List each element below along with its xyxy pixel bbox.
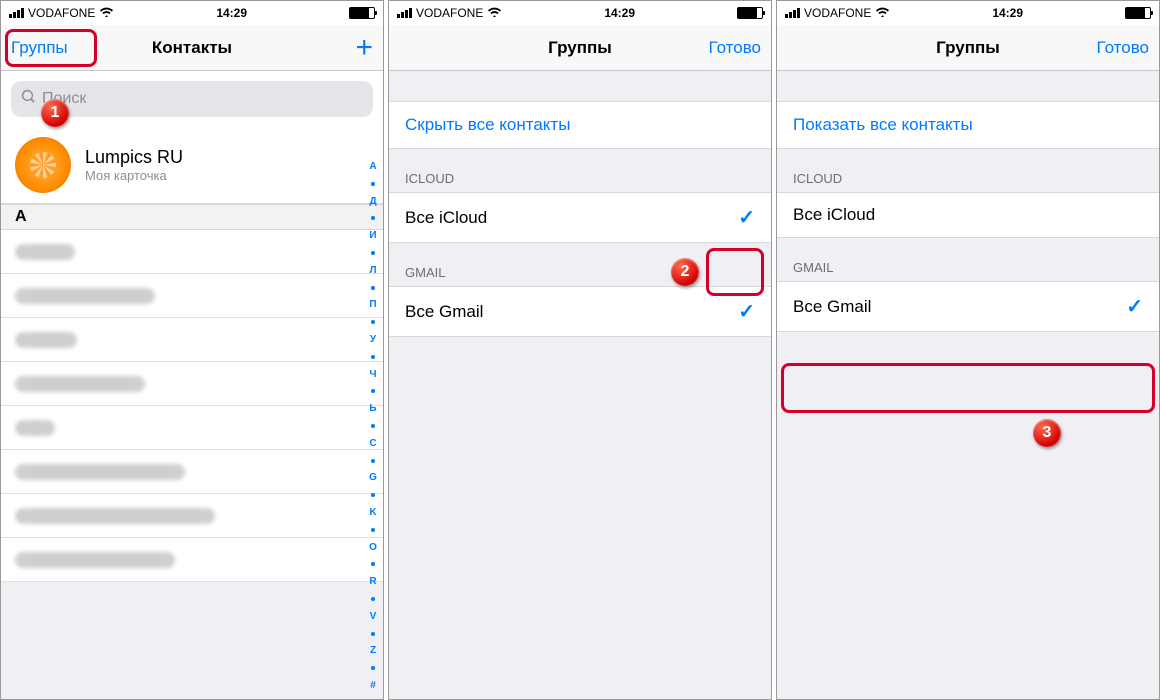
clock-label: 14:29 [992,6,1023,20]
nav-bar: Группы Готово [777,25,1159,71]
index-dot [371,216,375,220]
checkmark-icon: ✓ [738,205,755,230]
contacts-list[interactable] [1,230,383,582]
index-letter[interactable]: Ч [369,369,376,380]
contact-row[interactable] [1,406,383,450]
search-icon [21,89,36,109]
index-letter[interactable]: # [370,680,376,691]
status-bar: VODAFONE 14:29 [389,1,771,25]
index-letter[interactable]: Д [369,196,376,207]
my-card-sub: Моя карточка [85,168,183,183]
index-dot [371,562,375,566]
section-header-icloud: ICLOUD [777,149,1159,192]
index-dot [371,666,375,670]
index-letter[interactable]: Ь [369,403,376,414]
index-dot [371,251,375,255]
annotation-badge: 3 [1033,419,1061,447]
index-letter[interactable]: И [369,230,376,241]
index-strip[interactable]: А Д И Л П У Ч Ь C G K O R V Z # [365,161,381,691]
wifi-icon [875,6,890,20]
index-dot [371,459,375,463]
index-dot [371,597,375,601]
battery-icon [349,7,375,19]
index-dot [371,320,375,324]
clock-label: 14:29 [216,6,247,20]
wifi-icon [99,6,114,20]
add-contact-button[interactable]: + [355,31,373,64]
carrier-label: VODAFONE [416,6,483,20]
phone-groups-show: VODAFONE 14:29 Группы Готово Показать вс… [776,0,1160,700]
carrier-label: VODAFONE [28,6,95,20]
group-label: Все iCloud [405,208,487,228]
index-letter[interactable]: Z [370,645,376,656]
index-dot [371,355,375,359]
contact-row[interactable] [1,274,383,318]
index-letter[interactable]: V [370,611,377,622]
index-letter[interactable]: Л [369,265,376,276]
checkmark-icon: ✓ [1126,294,1143,319]
group-row-gmail[interactable]: Все Gmail ✓ [777,281,1159,332]
index-letter[interactable]: П [369,299,376,310]
signal-icon [785,8,800,18]
index-letter[interactable]: У [370,334,376,345]
signal-icon [397,8,412,18]
contact-row[interactable] [1,318,383,362]
index-letter[interactable]: K [369,507,376,518]
carrier-label: VODAFONE [804,6,871,20]
index-letter[interactable]: R [369,576,376,587]
index-dot [371,389,375,393]
group-row-icloud[interactable]: Все iCloud ✓ [389,192,771,243]
my-card-name: Lumpics RU [85,147,183,168]
contact-row[interactable] [1,362,383,406]
phone-groups-hide: VODAFONE 14:29 Группы Готово Скрыть все … [388,0,772,700]
section-header-gmail: GMAIL [777,238,1159,281]
index-letter[interactable]: А [369,161,376,172]
done-button[interactable]: Готово [857,38,1149,58]
index-letter[interactable]: O [369,542,377,553]
signal-icon [9,8,24,18]
checkmark-icon: ✓ [738,299,755,324]
index-dot [371,493,375,497]
nav-bar: Группы Готово [389,25,771,71]
index-dot [371,182,375,186]
contact-row[interactable] [1,538,383,582]
wifi-icon [487,6,502,20]
contact-row[interactable] [1,230,383,274]
search-placeholder: Поиск [42,90,86,108]
phone-contacts: VODAFONE 14:29 Группы Контакты + По [0,0,384,700]
show-all-contacts-button[interactable]: Показать все контакты [777,101,1159,149]
group-label: Все Gmail [793,297,871,317]
battery-icon [1125,7,1151,19]
my-card-row[interactable]: Lumpics RU Моя карточка [1,127,383,204]
hide-all-contacts-button[interactable]: Скрыть все контакты [389,101,771,149]
annotation-box [781,363,1155,413]
index-letter[interactable]: G [369,472,377,483]
status-bar: VODAFONE 14:29 [777,1,1159,25]
battery-icon [737,7,763,19]
group-label: Все Gmail [405,302,483,322]
index-dot [371,286,375,290]
search-input[interactable]: Поиск [11,81,373,117]
status-bar: VODAFONE 14:29 [1,1,383,25]
nav-bar: Группы Контакты + [1,25,383,71]
section-header-icloud: ICLOUD [389,149,771,192]
index-dot [371,632,375,636]
index-letter[interactable]: C [369,438,376,449]
contact-row[interactable] [1,494,383,538]
section-header: А [1,204,383,230]
contact-row[interactable] [1,450,383,494]
section-header-gmail: GMAIL [389,243,771,286]
group-row-icloud[interactable]: Все iCloud [777,192,1159,238]
done-button[interactable]: Готово [469,38,761,58]
search-wrap: Поиск [1,71,383,127]
index-dot [371,424,375,428]
index-dot [371,528,375,532]
avatar [15,137,71,193]
group-label: Все iCloud [793,205,875,225]
group-row-gmail[interactable]: Все Gmail ✓ [389,286,771,337]
groups-button[interactable]: Группы [11,38,81,58]
clock-label: 14:29 [604,6,635,20]
